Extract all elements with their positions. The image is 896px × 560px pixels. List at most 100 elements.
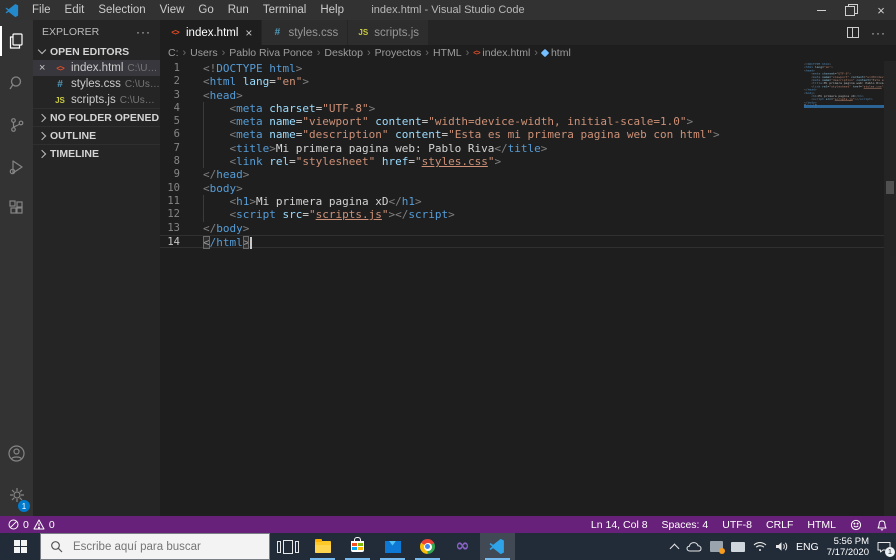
section-no-folder-opened[interactable]: NO FOLDER OPENED — [33, 108, 160, 126]
chrome-button[interactable] — [410, 533, 445, 560]
tab-styles.css[interactable]: # styles.css — [262, 20, 349, 45]
start-button[interactable] — [0, 533, 40, 560]
status-crlf[interactable]: CRLF — [766, 519, 793, 531]
breadcrumb-item[interactable]: <> index.html — [473, 47, 530, 59]
line-number[interactable]: 6 — [160, 128, 203, 141]
notifications-bell-icon[interactable] — [876, 519, 888, 531]
minimap[interactable]: <!DOCTYPE html> <html lang="en"> <head> <m… — [804, 63, 884, 111]
sync-alert-icon[interactable] — [709, 541, 725, 554]
code-line-14[interactable]: 14 </html> — [160, 234, 884, 249]
menu-edit[interactable]: Edit — [58, 0, 92, 20]
settings-gear-icon[interactable]: 1 — [0, 474, 33, 516]
open-editor-styles.css[interactable]: # styles.cssC:\Users\... — [33, 76, 160, 92]
tab-index.html[interactable]: <> index.html × — [160, 20, 263, 45]
status-ln-14-col-8[interactable]: Ln 14, Col 8 — [591, 519, 648, 531]
line-number[interactable]: 2 — [160, 75, 203, 88]
close-icon[interactable]: × — [866, 0, 896, 20]
onedrive-cloud-icon[interactable] — [686, 541, 702, 552]
open-editor-scripts.js[interactable]: JS scripts.jsC:\Users\... — [33, 92, 160, 108]
run-debug-icon[interactable] — [0, 146, 33, 188]
line-number[interactable]: 5 — [160, 115, 203, 128]
line-number[interactable]: 9 — [160, 168, 203, 181]
split-editor-icon[interactable] — [847, 27, 859, 38]
feedback-icon[interactable] — [850, 519, 862, 531]
menu-file[interactable]: File — [25, 0, 58, 20]
line-number[interactable]: 13 — [160, 222, 203, 235]
menu-go[interactable]: Go — [191, 0, 220, 20]
breadcrumb-item[interactable]: HTML — [433, 47, 462, 59]
line-number[interactable]: 14 — [160, 236, 203, 248]
status-utf-8[interactable]: UTF-8 — [722, 519, 752, 531]
language-indicator[interactable]: ENG — [796, 541, 819, 553]
menu-run[interactable]: Run — [221, 0, 256, 20]
extensions-icon[interactable] — [0, 188, 33, 230]
breadcrumb-item[interactable]: Desktop — [324, 47, 363, 59]
code-line-12[interactable]: 12 <script src="scripts.js"></script> — [160, 208, 884, 222]
line-number[interactable]: 8 — [160, 155, 203, 168]
section-timeline[interactable]: TIMELINE — [33, 144, 160, 162]
vscode-button[interactable] — [480, 533, 515, 560]
search-input[interactable] — [71, 539, 245, 554]
line-number[interactable]: 11 — [160, 195, 203, 208]
input-indicator-icon[interactable] — [730, 541, 745, 552]
source-control-icon[interactable] — [0, 104, 33, 146]
scrollbar[interactable] — [884, 61, 896, 516]
code-line-9[interactable]: 9 </head> — [160, 168, 884, 181]
status-html[interactable]: HTML — [807, 519, 836, 531]
volume-icon[interactable] — [775, 541, 788, 552]
code-line-11[interactable]: 11 <h1>Mi primera pagina xD</h1> — [160, 194, 884, 209]
line-number[interactable]: 10 — [160, 182, 203, 195]
code-line-2[interactable]: 2 <html lang="en"> — [160, 75, 884, 88]
minimize-icon[interactable] — [806, 0, 836, 20]
problems-indicator[interactable]: 0 0 — [8, 519, 55, 531]
status-spaces-4[interactable]: Spaces: 4 — [662, 519, 709, 531]
line-number[interactable]: 1 — [160, 62, 203, 75]
line-number[interactable]: 3 — [160, 89, 203, 102]
menu-terminal[interactable]: Terminal — [256, 0, 313, 20]
code-line-7[interactable]: 7 <title>Mi primera pagina web: Pablo Ri… — [160, 141, 884, 156]
tab-scripts.js[interactable]: JS scripts.js — [348, 20, 430, 45]
menu-selection[interactable]: Selection — [91, 0, 152, 20]
breadcrumb-item[interactable]: Proyectos — [375, 47, 422, 59]
code-line-6[interactable]: 6 <meta name="description" content="Esta… — [160, 128, 884, 142]
mail-button[interactable] — [375, 533, 410, 560]
visual-studio-button[interactable]: ∞ — [445, 533, 480, 560]
code-line-3[interactable]: 3 <head> — [160, 89, 884, 102]
menu-help[interactable]: Help — [313, 0, 351, 20]
breadcrumb-item[interactable]: Users — [190, 47, 217, 59]
breadcrumb-item[interactable]: Pablo Riva Ponce — [229, 47, 312, 59]
account-icon[interactable] — [0, 432, 33, 474]
wifi-icon[interactable] — [753, 541, 767, 552]
line-number[interactable]: 4 — [160, 102, 203, 115]
taskbar-search[interactable] — [40, 533, 270, 560]
open-editors-header[interactable]: OPEN EDITORS — [33, 43, 160, 60]
close-tab-icon[interactable]: × — [245, 26, 252, 40]
code-line-8[interactable]: 8 <link rel="stylesheet" href="styles.cs… — [160, 155, 884, 169]
more-actions-icon[interactable]: ··· — [136, 25, 151, 39]
section-outline[interactable]: OUTLINE — [33, 126, 160, 144]
code-line-13[interactable]: 13 </body> — [160, 222, 884, 235]
task-view-button[interactable] — [270, 533, 305, 560]
tray-expand-icon[interactable] — [669, 543, 680, 553]
store-button[interactable] — [340, 533, 375, 560]
line-number[interactable]: 12 — [160, 208, 203, 221]
line-number[interactable]: 7 — [160, 142, 203, 155]
code-line-1[interactable]: 1 <!DOCTYPE html> — [160, 62, 884, 75]
scrollbar-thumb[interactable] — [886, 181, 894, 194]
action-center-button[interactable]: 1 — [877, 541, 895, 557]
more-actions-icon[interactable]: ··· — [871, 26, 886, 40]
search-icon[interactable] — [0, 62, 33, 104]
explorer-icon[interactable] — [0, 20, 33, 62]
code-area[interactable]: 1 <!DOCTYPE html> 2 <html lang="en"> 3 <head>… — [160, 61, 896, 516]
menu-view[interactable]: View — [153, 0, 192, 20]
file-explorer-button[interactable] — [305, 533, 340, 560]
breadcrumb-item[interactable]: html — [540, 47, 571, 59]
clock[interactable]: 5:56 PM 7/17/2020 — [827, 536, 869, 558]
code-line-4[interactable]: 4 <meta charset="UTF-8"> — [160, 101, 884, 116]
restore-icon[interactable] — [836, 0, 866, 20]
close-editor-icon[interactable]: × — [39, 60, 45, 76]
open-editor-index.html[interactable]: × <> index.htmlC:\User... — [33, 60, 160, 76]
breadcrumb-item[interactable]: C: — [168, 47, 179, 59]
code-line-5[interactable]: 5 <meta name="viewport" content="width=d… — [160, 115, 884, 129]
code-line-10[interactable]: 10 <body> — [160, 182, 884, 195]
